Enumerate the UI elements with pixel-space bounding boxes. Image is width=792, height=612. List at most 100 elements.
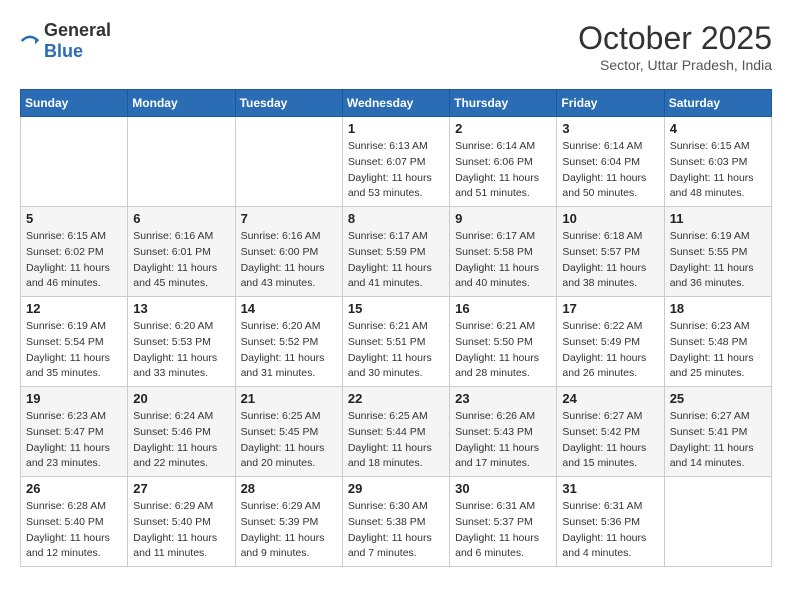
calendar-cell: 11Sunrise: 6:19 AMSunset: 5:55 PMDayligh… [664,207,771,297]
day-number: 11 [670,211,766,226]
day-number: 1 [348,121,444,136]
calendar-cell: 24 Sunrise: 6:27 AMSunset: 5:42 PMDayligh… [557,387,664,477]
day-info: Sunrise: 6:30 AMSunset: 5:38 PMDaylight:… [348,499,444,562]
day-number: 28 [241,481,337,496]
day-number: 24 [562,391,658,406]
day-number: 25 [670,391,766,406]
day-number: 5 [26,211,122,226]
calendar-cell: 13 Sunrise: 6:20 AMSunset: 5:53 PMDayligh… [128,297,235,387]
location-subtitle: Sector, Uttar Pradesh, India [578,57,772,73]
day-number: 26 [26,481,122,496]
day-number: 31 [562,481,658,496]
day-info: Sunrise: 6:27 AMSunset: 5:41 PMDaylight:… [670,409,766,472]
day-info: Sunrise: 6:18 AMSunset: 5:57 PMDaylight:… [562,229,658,292]
calendar-cell [128,117,235,207]
weekday-header: Thursday [450,90,557,117]
day-info: Sunrise: 6:31 AMSunset: 5:37 PMDaylight:… [455,499,551,562]
weekday-header: Tuesday [235,90,342,117]
day-number: 6 [133,211,229,226]
calendar-cell: 28 Sunrise: 6:29 AMSunset: 5:39 PMDayligh… [235,477,342,567]
day-info: Sunrise: 6:21 AMSunset: 5:50 PMDaylight:… [455,319,551,382]
calendar-cell [235,117,342,207]
day-number: 7 [241,211,337,226]
day-number: 16 [455,301,551,316]
calendar-cell: 16 Sunrise: 6:21 AMSunset: 5:50 PMDayligh… [450,297,557,387]
day-info: Sunrise: 6:24 AMSunset: 5:46 PMDaylight:… [133,409,229,472]
calendar-table: SundayMondayTuesdayWednesdayThursdayFrid… [20,89,772,567]
day-number: 9 [455,211,551,226]
calendar-cell: 31 Sunrise: 6:31 AMSunset: 5:36 PMDayligh… [557,477,664,567]
day-number: 27 [133,481,229,496]
weekday-header: Wednesday [342,90,449,117]
day-number: 23 [455,391,551,406]
calendar-cell: 20 Sunrise: 6:24 AMSunset: 5:46 PMDayligh… [128,387,235,477]
calendar-week-row: 1 Sunrise: 6:13 AMSunset: 6:07 PMDaylight… [21,117,772,207]
day-info: Sunrise: 6:16 AMSunset: 6:01 PMDaylight:… [133,229,229,292]
day-number: 21 [241,391,337,406]
day-info: Sunrise: 6:21 AMSunset: 5:51 PMDaylight:… [348,319,444,382]
day-number: 15 [348,301,444,316]
calendar-cell: 7 Sunrise: 6:16 AMSunset: 6:00 PMDaylight… [235,207,342,297]
day-number: 18 [670,301,766,316]
calendar-cell: 23 Sunrise: 6:26 AMSunset: 5:43 PMDayligh… [450,387,557,477]
day-number: 12 [26,301,122,316]
day-info: Sunrise: 6:29 AMSunset: 5:40 PMDaylight:… [133,499,229,562]
calendar-cell: 14 Sunrise: 6:20 AMSunset: 5:52 PMDayligh… [235,297,342,387]
day-number: 13 [133,301,229,316]
day-info: Sunrise: 6:23 AMSunset: 5:48 PMDaylight:… [670,319,766,382]
calendar-cell: 4 Sunrise: 6:15 AMSunset: 6:03 PMDaylight… [664,117,771,207]
calendar-cell: 9 Sunrise: 6:17 AMSunset: 5:58 PMDaylight… [450,207,557,297]
calendar-cell: 25 Sunrise: 6:27 AMSunset: 5:41 PMDayligh… [664,387,771,477]
day-number: 30 [455,481,551,496]
calendar-cell [21,117,128,207]
day-info: Sunrise: 6:14 AMSunset: 6:06 PMDaylight:… [455,139,551,202]
day-number: 22 [348,391,444,406]
day-info: Sunrise: 6:27 AMSunset: 5:42 PMDaylight:… [562,409,658,472]
calendar-header-row: SundayMondayTuesdayWednesdayThursdayFrid… [21,90,772,117]
month-title: October 2025 [578,20,772,57]
calendar-cell: 19Sunrise: 6:23 AMSunset: 5:47 PMDayligh… [21,387,128,477]
title-block: October 2025 Sector, Uttar Pradesh, Indi… [578,20,772,73]
day-number: 14 [241,301,337,316]
day-info: Sunrise: 6:20 AMSunset: 5:52 PMDaylight:… [241,319,337,382]
calendar-cell: 10Sunrise: 6:18 AMSunset: 5:57 PMDayligh… [557,207,664,297]
calendar-cell: 17 Sunrise: 6:22 AMSunset: 5:49 PMDayligh… [557,297,664,387]
day-number: 29 [348,481,444,496]
day-info: Sunrise: 6:15 AMSunset: 6:03 PMDaylight:… [670,139,766,202]
calendar-week-row: 19Sunrise: 6:23 AMSunset: 5:47 PMDayligh… [21,387,772,477]
logo-general-text: General [44,20,111,40]
day-info: Sunrise: 6:20 AMSunset: 5:53 PMDaylight:… [133,319,229,382]
day-info: Sunrise: 6:25 AMSunset: 5:44 PMDaylight:… [348,409,444,472]
calendar-cell: 27 Sunrise: 6:29 AMSunset: 5:40 PMDayligh… [128,477,235,567]
day-info: Sunrise: 6:25 AMSunset: 5:45 PMDaylight:… [241,409,337,472]
day-info: Sunrise: 6:28 AMSunset: 5:40 PMDaylight:… [26,499,122,562]
day-info: Sunrise: 6:29 AMSunset: 5:39 PMDaylight:… [241,499,337,562]
weekday-header: Friday [557,90,664,117]
logo-icon [20,31,40,51]
calendar-cell: 6 Sunrise: 6:16 AMSunset: 6:01 PMDaylight… [128,207,235,297]
page-header: General Blue October 2025 Sector, Uttar … [20,20,772,73]
calendar-week-row: 26 Sunrise: 6:28 AMSunset: 5:40 PMDayligh… [21,477,772,567]
day-info: Sunrise: 6:13 AMSunset: 6:07 PMDaylight:… [348,139,444,202]
calendar-cell: 12Sunrise: 6:19 AMSunset: 5:54 PMDayligh… [21,297,128,387]
day-info: Sunrise: 6:22 AMSunset: 5:49 PMDaylight:… [562,319,658,382]
calendar-cell: 8 Sunrise: 6:17 AMSunset: 5:59 PMDaylight… [342,207,449,297]
weekday-header: Sunday [21,90,128,117]
day-info: Sunrise: 6:14 AMSunset: 6:04 PMDaylight:… [562,139,658,202]
day-info: Sunrise: 6:16 AMSunset: 6:00 PMDaylight:… [241,229,337,292]
calendar-cell: 22 Sunrise: 6:25 AMSunset: 5:44 PMDayligh… [342,387,449,477]
day-number: 17 [562,301,658,316]
day-info: Sunrise: 6:17 AMSunset: 5:58 PMDaylight:… [455,229,551,292]
day-info: Sunrise: 6:17 AMSunset: 5:59 PMDaylight:… [348,229,444,292]
calendar-cell [664,477,771,567]
day-info: Sunrise: 6:23 AMSunset: 5:47 PMDaylight:… [26,409,122,472]
day-number: 3 [562,121,658,136]
day-number: 8 [348,211,444,226]
day-number: 4 [670,121,766,136]
calendar-cell: 29 Sunrise: 6:30 AMSunset: 5:38 PMDayligh… [342,477,449,567]
calendar-cell: 30 Sunrise: 6:31 AMSunset: 5:37 PMDayligh… [450,477,557,567]
logo: General Blue [20,20,111,62]
day-number: 20 [133,391,229,406]
day-info: Sunrise: 6:31 AMSunset: 5:36 PMDaylight:… [562,499,658,562]
day-info: Sunrise: 6:26 AMSunset: 5:43 PMDaylight:… [455,409,551,472]
